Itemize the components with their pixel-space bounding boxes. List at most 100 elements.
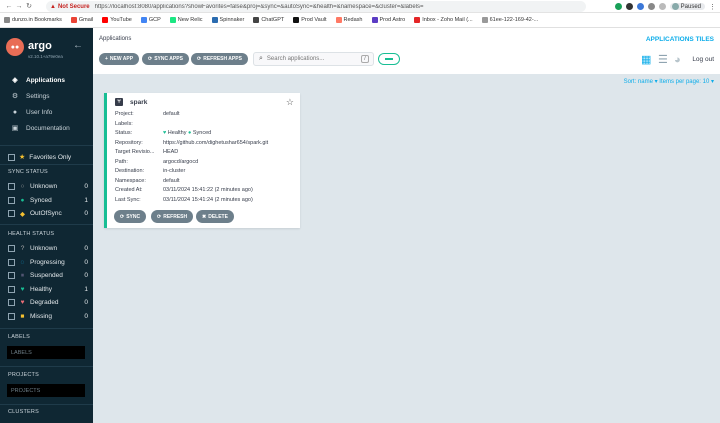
- bookmark-item[interactable]: Spinnaker: [211, 17, 244, 23]
- filter-checkbox[interactable]: [8, 272, 15, 280]
- sync-status-filters: ○ Unknown 0 ● Synced 1 ◆ OutOfSync 0: [8, 180, 88, 221]
- filter-option[interactable]: ⏸ Suspended 0: [8, 269, 88, 283]
- bookmark-item[interactable]: ChatGPT: [253, 17, 284, 23]
- delete-button[interactable]: ✖ DELETE: [196, 210, 234, 223]
- status-icon: ♥: [20, 299, 25, 307]
- refresh-button[interactable]: ⟳ REFRESH: [151, 210, 194, 223]
- application-tile[interactable]: ⑂ spark ☆ Project: default Labels: Status: ♥…: [104, 93, 300, 228]
- url-text[interactable]: https://localhost:8080/applications?show…: [95, 4, 424, 10]
- refresh-icon: ⟳: [157, 213, 162, 220]
- extension-icon[interactable]: [636, 3, 644, 10]
- field-key: Created At:: [115, 187, 143, 193]
- new-app-button[interactable]: + NEW APP: [99, 53, 140, 65]
- sidepanel-icon[interactable]: [658, 3, 666, 10]
- filter-count: 1: [84, 196, 88, 204]
- sort-and-pagination[interactable]: Sort: name ▾ Items per page: 10 ▾: [624, 78, 714, 85]
- filter-checkbox[interactable]: [8, 285, 15, 293]
- filter-count: 0: [84, 312, 88, 320]
- bookmark-item[interactable]: Redash: [335, 17, 363, 23]
- app-field: Path: argocd/argocd: [115, 158, 301, 168]
- field-value: ♥ Healthy ● Synced: [163, 129, 211, 139]
- filter-option[interactable]: ◌ Progressing 0: [8, 256, 88, 270]
- git-app-icon: ⑂: [115, 98, 123, 106]
- bookmark-label: Gmail: [78, 17, 94, 23]
- filter-checkbox[interactable]: [8, 210, 15, 218]
- profile-button[interactable]: Paused: [669, 3, 705, 10]
- button-label: REFRESH: [163, 213, 188, 220]
- bookmark-item[interactable]: dunzo.in Bookmarks: [4, 17, 62, 23]
- extensions-puzzle-icon[interactable]: [647, 3, 655, 10]
- nav-applications[interactable]: ◈ Applications: [0, 72, 93, 88]
- collapse-sidebar-icon[interactable]: ←: [73, 40, 83, 51]
- bookmark-favicon-icon: [414, 17, 421, 23]
- filter-option[interactable]: ♥ Healthy 1: [8, 283, 88, 297]
- extension-icon[interactable]: [625, 3, 633, 10]
- nav-settings[interactable]: ⚙ Settings: [0, 88, 93, 104]
- browser-toolbar: ← → ↻ ▲ Not Secure https://localhost:808…: [0, 0, 720, 13]
- bookmark-item[interactable]: New Relic: [169, 17, 203, 23]
- page-title: Applications: [99, 36, 132, 42]
- favorite-star-icon[interactable]: ☆: [286, 97, 294, 108]
- filter-label: Unknown: [30, 245, 58, 253]
- filter-option[interactable]: ◆ OutOfSync 0: [8, 207, 88, 221]
- bookmark-favicon-icon: [102, 17, 109, 23]
- filter-toggle[interactable]: [378, 53, 400, 65]
- filter-checkbox[interactable]: [8, 183, 15, 191]
- favorites-label: Favorites Only: [29, 153, 72, 161]
- bookmark-item[interactable]: YouTube: [102, 17, 132, 23]
- app-name[interactable]: spark: [130, 99, 147, 106]
- app-title: ⑂ spark: [115, 98, 147, 106]
- filter-checkbox[interactable]: [8, 299, 15, 307]
- search-input[interactable]: ⌕ Search applications... /: [253, 52, 374, 66]
- forward-icon[interactable]: →: [14, 3, 24, 10]
- favorites-checkbox[interactable]: [8, 153, 15, 161]
- field-key: Path:: [115, 158, 128, 165]
- button-label: REFRESH APPS: [203, 56, 242, 62]
- sync-button[interactable]: ⟳ SYNC: [114, 210, 147, 223]
- list-view-icon[interactable]: ☰: [658, 55, 668, 66]
- avatar: [671, 3, 679, 10]
- back-icon[interactable]: ←: [4, 3, 14, 10]
- filter-option[interactable]: ● Synced 1: [8, 194, 88, 208]
- filter-option[interactable]: ○ Unknown 0: [8, 180, 88, 194]
- projects-input[interactable]: PROJECTS: [7, 384, 85, 397]
- extension-icon[interactable]: [614, 3, 622, 10]
- bookmark-label: Redash: [343, 17, 363, 23]
- filter-option[interactable]: ■ Missing 0: [8, 310, 88, 324]
- filter-checkbox[interactable]: [8, 245, 15, 253]
- filter-checkbox[interactable]: [8, 196, 15, 204]
- labels-input[interactable]: LABELS: [7, 346, 85, 359]
- field-value[interactable]: https://github.com/dighetushar654/spark.…: [163, 139, 268, 149]
- nav-documentation[interactable]: ▣ Documentation: [0, 120, 93, 136]
- filter-count: 0: [84, 299, 88, 307]
- logout-link[interactable]: Log out: [692, 56, 714, 63]
- nav-user-info[interactable]: ● User Info: [0, 104, 93, 120]
- filter-checkbox[interactable]: [8, 258, 15, 266]
- bookmark-item[interactable]: Prod Astro: [371, 17, 405, 23]
- bookmark-favicon-icon: [293, 17, 300, 23]
- bookmark-item[interactable]: Inbox - Zoho Mail (...: [414, 17, 473, 23]
- sync-icon: ⟳: [120, 213, 125, 220]
- bookmark-item[interactable]: GCP: [140, 17, 161, 23]
- tiles-view-icon[interactable]: ▦: [641, 55, 651, 66]
- app-field: Namespace: default: [115, 177, 301, 187]
- field-value: argocd/argocd: [163, 158, 199, 165]
- bookmark-item[interactable]: Prod Vault: [293, 17, 327, 23]
- argo-logo[interactable]: ●●: [6, 38, 24, 56]
- sync-apps-button[interactable]: ⟳ SYNC APPS: [142, 53, 189, 65]
- filter-option[interactable]: ♥ Degraded 0: [8, 296, 88, 310]
- bookmark-item[interactable]: Gmail: [70, 17, 94, 23]
- not-secure-label[interactable]: Not Secure: [58, 4, 90, 10]
- app-field: Destination: in-cluster: [115, 167, 301, 177]
- status-icon: ●: [20, 196, 25, 204]
- menu-kebab-icon[interactable]: ⋮: [709, 3, 716, 11]
- address-bar[interactable]: ▲ Not Secure https://localhost:8080/appl…: [46, 1, 586, 12]
- bookmark-item[interactable]: 61ee-122-169-42-...: [481, 17, 538, 23]
- filter-option[interactable]: ? Unknown 0: [8, 242, 88, 256]
- filter-checkbox[interactable]: [8, 312, 15, 320]
- reload-icon[interactable]: ↻: [24, 2, 34, 10]
- favorites-filter[interactable]: ★ Favorites Only: [8, 153, 71, 161]
- filter-label: OutOfSync: [30, 210, 62, 218]
- refresh-apps-button[interactable]: ⟳ REFRESH APPS: [191, 53, 248, 65]
- summary-view-icon[interactable]: ◕: [674, 55, 681, 66]
